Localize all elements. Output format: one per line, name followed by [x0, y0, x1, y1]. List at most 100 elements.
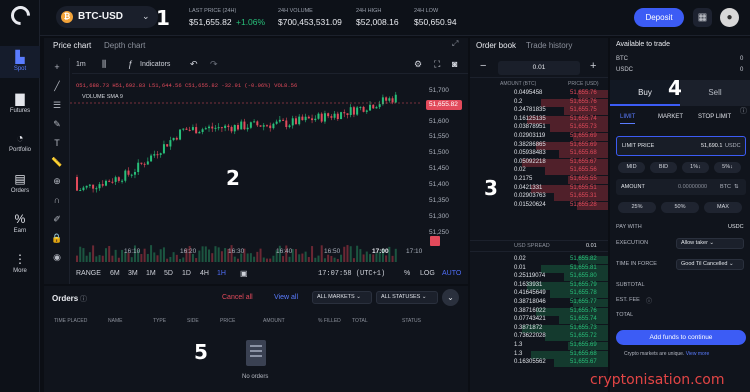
ask-row[interactable]: 0.38286865 51,655.69: [470, 141, 608, 151]
ask-row[interactable]: 0.2 51,655.76: [470, 98, 608, 108]
pay-with-value[interactable]: USDC: [728, 224, 744, 230]
view-all-link[interactable]: View all: [274, 294, 298, 301]
nav-item-portfolio[interactable]: ◔ Portfolio: [0, 131, 40, 153]
redo-icon[interactable]: ↷: [210, 59, 218, 70]
info-icon[interactable]: ⓘ: [740, 106, 747, 116]
market-filter[interactable]: ALL MARKETS ⌄: [312, 291, 372, 304]
lock-icon[interactable]: 🔒: [51, 233, 63, 244]
execution-select[interactable]: Allow taker ⌄: [676, 238, 744, 249]
order-type-limit[interactable]: LIMIT: [620, 114, 636, 124]
interval-selector[interactable]: 1m: [76, 61, 86, 68]
limit-price-input[interactable]: LIMIT PRICE 51,690.1 USDC: [616, 136, 746, 156]
ask-row[interactable]: 0.0495458 51,655.76: [470, 90, 608, 99]
nav-item-futures[interactable]: ▇ Futures: [0, 92, 40, 114]
bid-row[interactable]: 0.02 51,655.82: [470, 256, 608, 265]
nav-item-more[interactable]: ⋮ More: [0, 252, 40, 274]
bid-row[interactable]: 1.3 51,655.68: [470, 350, 608, 360]
bid-row[interactable]: 0.3871872 51,655.73: [470, 324, 608, 334]
tab-depth-chart[interactable]: Depth chart: [104, 41, 145, 50]
price-axis[interactable]: 51,700 51,655.82 51,600 51,550 51,500 51…: [422, 76, 468, 264]
undo-icon[interactable]: ↶: [190, 59, 198, 70]
range-1m[interactable]: 1M: [146, 270, 156, 277]
range-5d[interactable]: 5D: [164, 270, 173, 277]
bid-row[interactable]: 0.1633931 51,655.79: [470, 281, 608, 291]
ask-row[interactable]: 0.24781835 51,655.75: [470, 107, 608, 116]
ask-row[interactable]: 0.03878951 51,655.73: [470, 124, 608, 133]
pair-selector[interactable]: ₿ BTC-USD ⌄: [56, 6, 158, 28]
zoom-icon[interactable]: ⊕: [51, 176, 63, 187]
order-type-stop-limit[interactable]: STOP LIMIT: [698, 114, 731, 120]
price-mid-button[interactable]: MID: [618, 162, 645, 173]
price-5pct-button[interactable]: 5%↓: [714, 162, 741, 173]
price-1pct-button[interactable]: 1%↓: [682, 162, 709, 173]
settings-gear-icon[interactable]: ⚙: [414, 59, 422, 70]
ruler-icon[interactable]: 📏: [51, 157, 63, 168]
amount-50pct-button[interactable]: 50%: [661, 202, 699, 213]
magnet-icon[interactable]: ∩: [51, 195, 63, 205]
info-icon[interactable]: ⓘ: [646, 296, 652, 305]
range-4h[interactable]: 4H: [200, 270, 209, 277]
bid-row[interactable]: 0.07743421 51,655.74: [470, 316, 608, 325]
bid-row[interactable]: 0.16305562 51,655.67: [470, 359, 608, 368]
text-icon[interactable]: T: [51, 138, 63, 148]
order-type-market[interactable]: MARKET: [658, 114, 683, 120]
pencil-lock-icon[interactable]: ✐: [51, 214, 63, 225]
trendline-icon[interactable]: ╱: [51, 81, 63, 92]
percent-scale-toggle[interactable]: %: [404, 270, 410, 277]
sell-tab[interactable]: Sell: [680, 80, 750, 106]
deposit-button[interactable]: Deposit: [634, 8, 684, 27]
bid-row[interactable]: 0.25119074 51,655.80: [470, 273, 608, 282]
info-icon[interactable]: ⓘ: [80, 294, 87, 304]
ask-row[interactable]: 0.05092218 51,655.67: [470, 158, 608, 168]
auto-scale-toggle[interactable]: AUTO: [442, 270, 461, 277]
avatar[interactable]: ●: [720, 8, 739, 27]
bid-row[interactable]: 0.41645649 51,655.78: [470, 290, 608, 299]
ask-row[interactable]: 0.02 51,655.56: [470, 167, 608, 176]
range-1h[interactable]: 1H: [217, 270, 226, 277]
horizontal-lines-icon[interactable]: ☰: [51, 100, 63, 111]
bid-row[interactable]: 0.01 51,655.81: [470, 264, 608, 274]
crosshair-icon[interactable]: +: [51, 62, 63, 72]
eye-icon[interactable]: ◉: [51, 252, 63, 263]
nav-item-spot[interactable]: ▙ Spot: [0, 46, 40, 78]
candle-type-icon[interactable]: ⫼: [102, 59, 106, 70]
tab-price-chart[interactable]: Price chart: [53, 41, 91, 50]
bid-row[interactable]: 0.38716022 51,655.76: [470, 307, 608, 317]
brush-icon[interactable]: ✎: [51, 119, 63, 130]
range-1d[interactable]: 1D: [182, 270, 191, 277]
log-scale-toggle[interactable]: LOG: [420, 270, 435, 277]
ask-row[interactable]: 0.02903119 51,655.69: [470, 133, 608, 142]
add-funds-button[interactable]: Add funds to continue: [616, 330, 746, 345]
app-logo[interactable]: [7, 2, 34, 29]
nav-item-orders[interactable]: ▤ Orders: [0, 172, 40, 194]
range-3m[interactable]: 3M: [128, 270, 138, 277]
collapse-chevron-icon[interactable]: ⌄: [442, 289, 459, 306]
nav-item-earn[interactable]: % Earn: [0, 212, 40, 234]
bid-row[interactable]: 0.38718046 51,655.77: [470, 299, 608, 308]
decrease-tick-button[interactable]: −: [480, 60, 486, 72]
tif-select[interactable]: Good Til Cancelled ⌄: [676, 259, 744, 270]
expand-icon[interactable]: ⤢: [452, 39, 458, 49]
range-6m[interactable]: 6M: [110, 270, 120, 277]
fullscreen-icon[interactable]: ⛶: [434, 59, 440, 70]
price-bid-button[interactable]: BID: [650, 162, 677, 173]
increase-tick-button[interactable]: +: [590, 60, 596, 72]
ask-row[interactable]: 0.01520624 51,655.28: [470, 201, 608, 211]
tab-order-book[interactable]: Order book: [476, 41, 516, 50]
amount-input[interactable]: AMOUNT 0.00000000 BTC ⇅: [616, 179, 746, 195]
view-more-link[interactable]: View more: [686, 351, 710, 357]
ask-row[interactable]: 0.16125135 51,655.74: [470, 115, 608, 125]
bid-row[interactable]: 1.3 51,655.69: [470, 342, 608, 351]
ask-row[interactable]: 0.05938483 51,655.68: [470, 150, 608, 159]
cancel-all-button[interactable]: Cancel all: [222, 294, 253, 301]
swap-icon[interactable]: ⇅: [734, 184, 739, 190]
candlestick-chart[interactable]: [70, 76, 422, 264]
tick-size-input[interactable]: 0.01: [498, 61, 580, 75]
tab-trade-history[interactable]: Trade history: [526, 41, 572, 50]
apps-grid-icon[interactable]: ▦: [693, 8, 712, 27]
indicators-button[interactable]: Indicators: [140, 61, 170, 68]
bid-row[interactable]: 0.73622028 51,655.72: [470, 333, 608, 342]
camera-icon[interactable]: ◙: [452, 59, 457, 69]
status-filter[interactable]: ALL STATUSES ⌄: [376, 291, 438, 304]
amount-25pct-button[interactable]: 25%: [618, 202, 656, 213]
